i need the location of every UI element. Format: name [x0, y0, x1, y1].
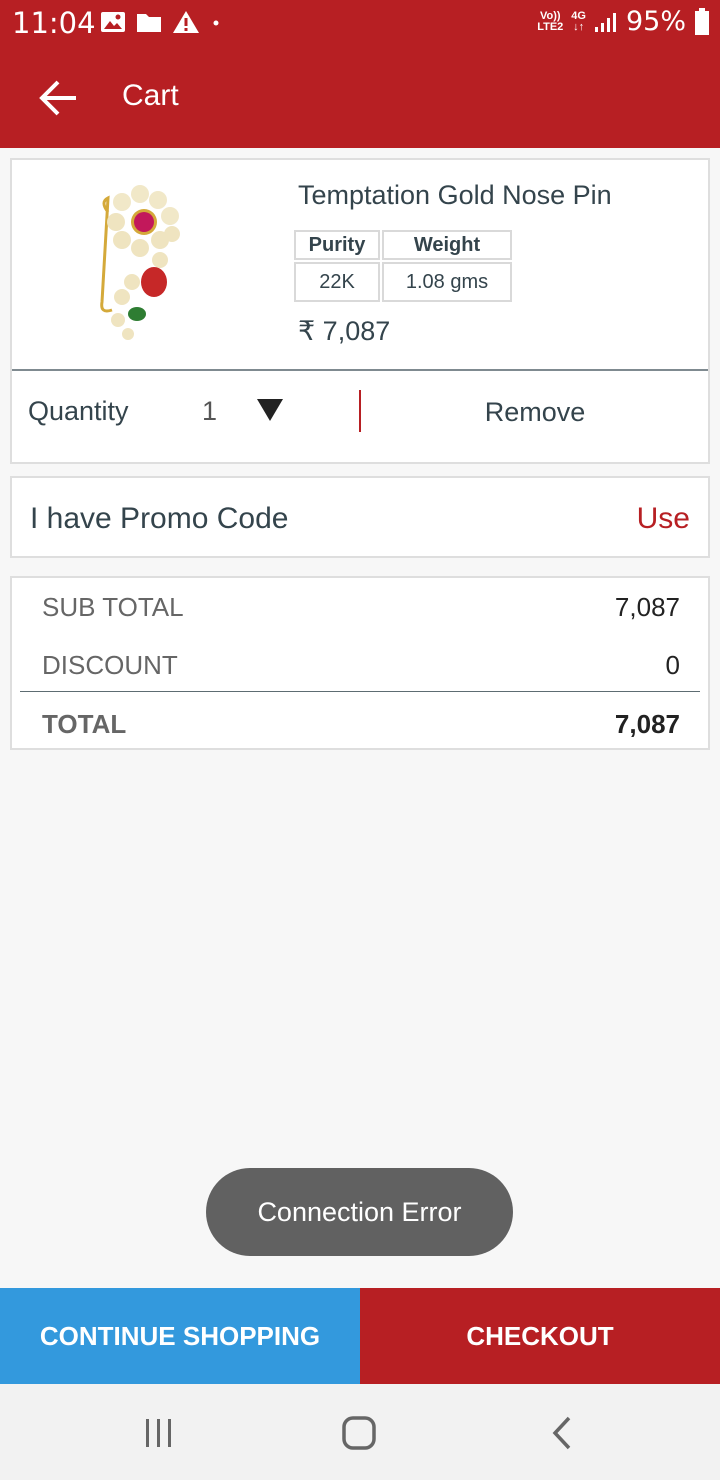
- discount-label: DISCOUNT: [42, 650, 178, 680]
- page-title: Cart: [122, 79, 179, 112]
- warning-icon: [173, 11, 199, 33]
- recent-apps-button[interactable]: [134, 1408, 184, 1458]
- spec-header-weight: Weight: [382, 230, 512, 260]
- product-specs-table: Purity Weight 22K 1.08 gms: [292, 228, 514, 304]
- divider: [20, 691, 700, 692]
- spec-value-purity: 22K: [294, 262, 380, 302]
- chevron-left-icon: [552, 1416, 571, 1450]
- signal-icon: [594, 12, 616, 32]
- system-back-button[interactable]: [537, 1408, 587, 1458]
- divider: [359, 390, 361, 432]
- cart-item-card: Temptation Gold Nose Pin Purity Weight 2…: [10, 158, 710, 464]
- home-button[interactable]: [335, 1408, 385, 1458]
- product-price: ₹ 7,087: [298, 316, 391, 346]
- checkout-button[interactable]: CHECKOUT: [360, 1288, 720, 1384]
- system-navigation-bar: [0, 1384, 720, 1480]
- folder-icon: [137, 14, 161, 32]
- quantity-label: Quantity: [28, 396, 129, 426]
- product-name[interactable]: Temptation Gold Nose Pin: [298, 180, 612, 211]
- arrow-left-icon: [39, 80, 76, 116]
- remove-button[interactable]: Remove: [362, 390, 708, 434]
- data-indicator: 4G ↓↑: [571, 9, 586, 33]
- connection-error-toast: Connection Error: [206, 1168, 513, 1256]
- order-summary-card: SUB TOTAL 7,087 DISCOUNT 0 TOTAL 7,087: [10, 576, 710, 750]
- use-promo-button[interactable]: Use: [637, 502, 690, 536]
- battery-icon: [695, 7, 709, 35]
- spec-value-weight: 1.08 gms: [382, 262, 512, 302]
- total-value: 7,087: [614, 709, 680, 739]
- chevron-down-icon[interactable]: [256, 398, 284, 422]
- status-time: 11:04: [12, 6, 96, 40]
- product-image[interactable]: [82, 182, 192, 342]
- promo-code-label: I have Promo Code: [30, 502, 289, 535]
- quantity-value[interactable]: 1: [202, 396, 217, 427]
- battery-percentage: 95%: [625, 6, 686, 37]
- home-icon: [342, 1416, 376, 1450]
- recent-apps-icon: [146, 1419, 171, 1447]
- promo-code-card: I have Promo Code Use: [10, 476, 710, 558]
- subtotal-label: SUB TOTAL: [42, 592, 184, 622]
- volte-indicator: Vo)) LTE2: [537, 9, 564, 33]
- spec-header-purity: Purity: [294, 230, 380, 260]
- image-icon: [101, 12, 125, 32]
- discount-value: 0: [665, 650, 680, 680]
- continue-shopping-button[interactable]: CONTINUE SHOPPING: [0, 1288, 360, 1384]
- notification-icons: [100, 10, 222, 34]
- status-right: Vo)) LTE2 4G ↓↑ 95%: [537, 6, 710, 37]
- subtotal-value: 7,087: [614, 592, 680, 622]
- dot-icon: [213, 20, 219, 26]
- app-bar: Cart: [0, 48, 720, 148]
- divider: [12, 369, 708, 371]
- back-button[interactable]: [36, 76, 88, 120]
- total-label: TOTAL: [42, 709, 127, 739]
- status-bar: 11:04 Vo)) LTE2 4G ↓↑ 95%: [0, 0, 720, 48]
